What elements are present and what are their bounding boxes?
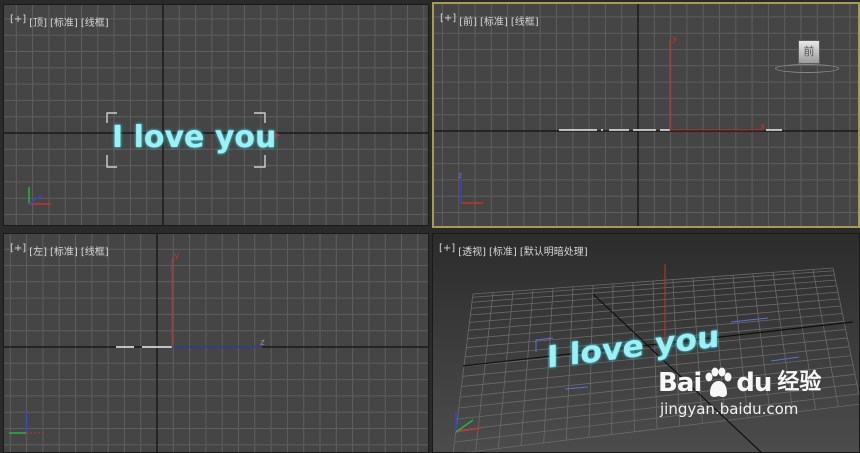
viewport-persp-shading-menu[interactable]: [标准] [489,243,517,258]
viewcube-compass-ring[interactable] [775,64,839,73]
viewport-front[interactable]: [+] [前] [标准] [线框] y x z [432,2,860,228]
viewport-left-mode-menu[interactable]: [线框] [81,243,109,258]
viewcube-icon[interactable]: 前 [798,40,820,64]
viewport-left-view-menu[interactable]: [左] [29,243,47,258]
viewport-top-grid [4,5,428,225]
viewport-left-shading-menu[interactable]: [标准] [50,243,78,258]
viewport-top[interactable]: [+] [顶] [标准] [线框] I love you [3,4,429,226]
viewport-left[interactable]: [+] [左] [标准] [线框] y z [3,233,429,453]
viewport-front-plus-menu[interactable]: [+] [440,13,456,28]
text-object-top[interactable]: I love you [112,120,276,156]
baidu-logo: Bai du 经验 [658,367,822,398]
viewport-left-plus-menu[interactable]: [+] [10,243,26,258]
viewport-persp-mode-menu[interactable]: [默认明暗处理] [520,243,588,258]
viewport-top-label: [+] [顶] [标准] [线框] [10,14,112,29]
viewport-top-plus-menu[interactable]: [+] [10,14,26,29]
max-viewport-layout: [+] [顶] [标准] [线框] I love you [+] [前] [标准… [0,0,860,453]
axis-label-z-left: z [260,338,265,348]
axis-label-x-front: x [760,122,766,132]
viewcube-face-label: 前 [803,45,815,58]
viewport-perspective[interactable]: [+] [透视] [标准] [默认明暗处理] I love you [432,233,860,453]
viewport-persp-view-menu[interactable]: [透视] [458,243,486,258]
viewport-front-label: [+] [前] [标准] [线框] [440,13,542,28]
viewport-perspective-label: [+] [透视] [标准] [默认明暗处理] [439,243,591,258]
viewport-top-view-menu[interactable]: [顶] [29,14,47,29]
viewport-front-view-menu[interactable]: [前] [459,13,477,28]
viewport-persp-plus-menu[interactable]: [+] [439,243,455,258]
axis-label-y-left: y [174,251,180,261]
viewport-front-shading-menu[interactable]: [标准] [480,13,508,28]
baidu-jingyan-watermark: Bai du 经验 jingyan.baidu.com [658,366,858,418]
axis-label-y-front: y [672,34,678,44]
viewport-top-mode-menu[interactable]: [线框] [81,14,109,29]
watermark-url: jingyan.baidu.com [660,400,799,418]
viewport-front-mode-menu[interactable]: [线框] [511,13,539,28]
viewport-left-label: [+] [左] [标准] [线框] [10,243,112,258]
viewport-left-grid [4,234,428,452]
viewport-front-grid [434,4,858,226]
baidu-paw-icon [705,367,732,397]
axis-label-z-front: z [458,171,463,180]
viewport-top-shading-menu[interactable]: [标准] [50,14,78,29]
